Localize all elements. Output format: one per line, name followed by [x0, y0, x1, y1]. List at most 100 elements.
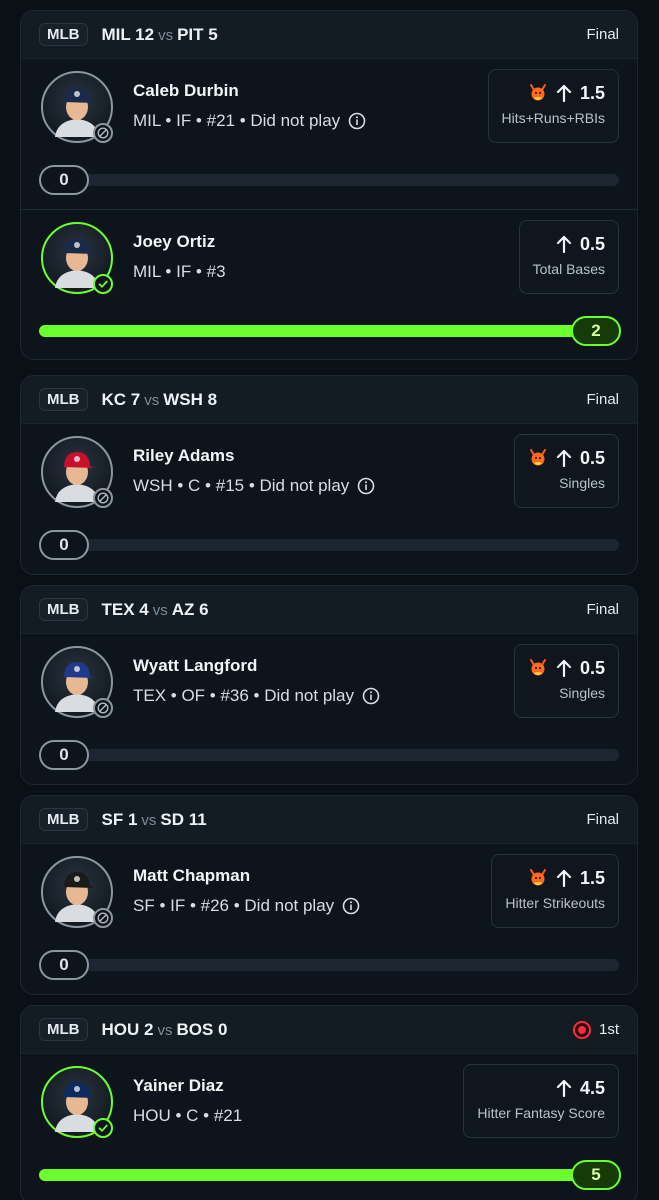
- game-status-label: Final: [586, 601, 619, 618]
- player-meta-text: TEX • OF • #36 • Did not play: [133, 686, 354, 705]
- stat-type: Singles: [559, 475, 605, 491]
- progress-bar: 0: [39, 740, 619, 770]
- vs-label: vs: [141, 811, 157, 829]
- projection-line: 0.5: [533, 231, 605, 257]
- progress-bar: 0: [39, 530, 619, 560]
- line-value: 0.5: [579, 447, 605, 468]
- did-not-play-icon: [93, 698, 113, 718]
- home-team-score: WSH 8: [163, 389, 218, 409]
- progress-bar: 5: [39, 1160, 621, 1190]
- home-team-score: AZ 6: [171, 599, 209, 619]
- player-avatar: [41, 436, 113, 508]
- line-value: 1.5: [579, 82, 605, 103]
- stat-type: Singles: [559, 685, 605, 701]
- line-value: 1.5: [579, 867, 605, 888]
- game-status-label: Final: [586, 811, 619, 828]
- progress-track: [39, 174, 619, 186]
- demon-icon: [528, 448, 548, 468]
- game-status-label: 1st: [598, 1021, 619, 1038]
- home-team-score: SD 11: [160, 809, 207, 829]
- progress-track: [39, 959, 619, 971]
- game-status-label: Final: [586, 391, 619, 408]
- stat-type: Hitter Fantasy Score: [477, 1105, 605, 1121]
- vs-label: vs: [157, 1021, 173, 1039]
- game-score: KC 7 vs WSH 8: [102, 390, 218, 410]
- projection-box[interactable]: 4.5 Hitter Fantasy Score: [463, 1064, 619, 1138]
- progress-track: [39, 539, 619, 551]
- stat-type: Hits+Runs+RBIs: [501, 110, 605, 126]
- arrow-up-icon: [556, 84, 572, 102]
- player-pick[interactable]: Riley Adams WSH • C • #15 • Did not play 0…: [21, 424, 637, 574]
- progress-fill: [39, 1169, 599, 1181]
- projection-box[interactable]: 0.5 Singles: [513, 644, 619, 718]
- line-value: 0.5: [579, 657, 605, 678]
- did-not-play-icon: [93, 908, 113, 928]
- league-badge: MLB: [39, 808, 88, 831]
- game-card: MLB KC 7 vs WSH 8 Final Riley Adams WSH • C • …: [20, 375, 638, 575]
- projection-line: 0.5: [528, 445, 605, 471]
- projection-line: 0.5: [528, 655, 605, 681]
- projection-box[interactable]: 1.5 Hits+Runs+RBIs: [487, 69, 619, 143]
- player-name: Caleb Durbin: [133, 81, 239, 100]
- game-header: MLB SF 1 vs SD 11 Final: [21, 796, 637, 844]
- info-icon[interactable]: [357, 477, 375, 495]
- game-header: MLB HOU 2 vs BOS 0 1st: [21, 1006, 637, 1054]
- game-status: Final: [586, 391, 619, 408]
- away-team-score: KC 7: [101, 389, 141, 409]
- player-pick[interactable]: Matt Chapman SF • IF • #26 • Did not play…: [21, 844, 637, 994]
- result-value: 5: [571, 1160, 621, 1190]
- result-value: 0: [39, 165, 89, 195]
- arrow-up-icon: [556, 869, 572, 887]
- projection-box[interactable]: 0.5 Singles: [513, 434, 619, 508]
- arrow-up-icon: [556, 235, 572, 253]
- player-meta: MIL • IF • #21 • Did not play: [133, 111, 366, 131]
- player-meta: HOU • C • #21: [133, 1106, 242, 1126]
- game-status: Final: [586, 26, 619, 43]
- player-avatar: [41, 856, 113, 928]
- info-icon[interactable]: [348, 112, 366, 130]
- did-not-play-icon: [93, 123, 113, 143]
- did-not-play-icon: [93, 488, 113, 508]
- game-score: TEX 4 vs AZ 6: [102, 600, 209, 620]
- game-card: MLB SF 1 vs SD 11 Final Matt Chapman SF • IF •…: [20, 795, 638, 995]
- info-icon[interactable]: [342, 897, 360, 915]
- result-value: 2: [571, 316, 621, 346]
- game-status: Final: [586, 811, 619, 828]
- player-meta-text: WSH • C • #15 • Did not play: [133, 476, 350, 495]
- hit-check-icon: [93, 1118, 113, 1138]
- player-pick[interactable]: Yainer Diaz HOU • C • #21 4.5 Hitter Fantas…: [21, 1054, 637, 1200]
- player-avatar: [41, 1066, 113, 1138]
- player-pick[interactable]: Caleb Durbin MIL • IF • #21 • Did not pla…: [21, 59, 637, 209]
- player-meta: TEX • OF • #36 • Did not play: [133, 686, 380, 706]
- league-badge: MLB: [39, 1018, 88, 1041]
- player-pick[interactable]: Wyatt Langford TEX • OF • #36 • Did not p…: [21, 634, 637, 784]
- projection-box[interactable]: 0.5 Total Bases: [518, 220, 619, 294]
- away-team-score: HOU 2: [101, 1019, 154, 1039]
- arrow-up-icon: [556, 1079, 572, 1097]
- game-status-label: Final: [586, 26, 619, 43]
- result-value: 0: [39, 530, 89, 560]
- player-meta-text: SF • IF • #26 • Did not play: [133, 896, 335, 915]
- game-status: 1st: [572, 1020, 619, 1039]
- game-score: HOU 2 vs BOS 0: [102, 1020, 228, 1040]
- player-pick[interactable]: Joey Ortiz MIL • IF • #3 0.5 Total Bases 2: [21, 209, 637, 359]
- demon-icon: [528, 868, 548, 888]
- arrow-up-icon: [556, 449, 572, 467]
- projection-line: 1.5: [505, 865, 605, 891]
- player-name: Matt Chapman: [133, 866, 251, 885]
- progress-fill: [39, 325, 599, 337]
- league-badge: MLB: [39, 598, 88, 621]
- info-icon[interactable]: [362, 687, 380, 705]
- line-value: 4.5: [579, 1077, 605, 1098]
- hit-check-icon: [93, 274, 113, 294]
- result-value: 0: [39, 740, 89, 770]
- away-team-score: SF 1: [101, 809, 138, 829]
- progress-bar: 0: [39, 950, 619, 980]
- player-meta-text: MIL • IF • #21 • Did not play: [133, 111, 341, 130]
- game-score: SF 1 vs SD 11: [102, 810, 207, 830]
- vs-label: vs: [158, 26, 174, 44]
- game-header: MLB KC 7 vs WSH 8 Final: [21, 376, 637, 424]
- projection-box[interactable]: 1.5 Hitter Strikeouts: [491, 854, 619, 928]
- player-avatar: [41, 222, 113, 294]
- game-card: MLB MIL 12 vs PIT 5 Final Caleb Durbin MIL • I…: [20, 10, 638, 360]
